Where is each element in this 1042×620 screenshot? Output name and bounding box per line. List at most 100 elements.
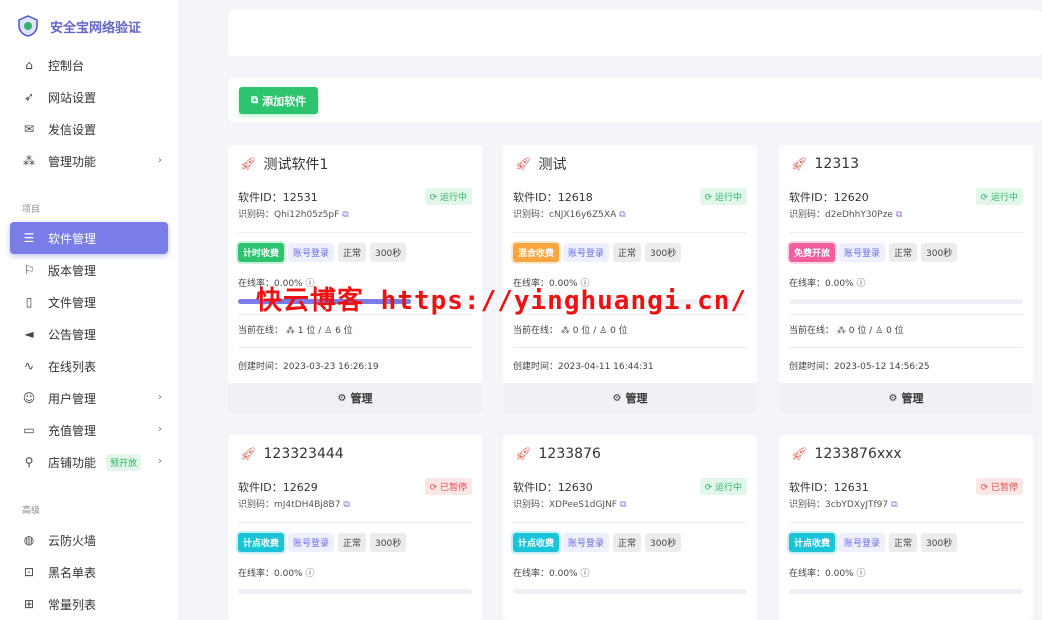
billing-mode-badge: 计点收费 <box>238 533 285 552</box>
help-icon[interactable]: ⓘ <box>305 569 314 579</box>
sidebar-item-management[interactable]: ⁂ 管理功能 › <box>0 145 178 177</box>
code-label: 识别码： <box>789 500 826 510</box>
code-label: 识别码： <box>238 210 275 220</box>
sidebar-item-site-settings[interactable]: ➶ 网站设置 <box>0 81 178 113</box>
heartbeat-badge: 300秒 <box>921 243 958 262</box>
software-name: 1233876xxx <box>814 446 902 462</box>
sidebar-item-users[interactable]: ☺ 用户管理 › <box>0 382 178 414</box>
identification-code-row: 识别码：d2eDhhY30Pze ⧉ <box>789 207 1023 220</box>
online-rate-label: 在线率： <box>789 569 826 579</box>
software-card[interactable]: 🚀︎ 测试软件1 软件ID：12531 ⟳ 运行中 识别码：Qhi12h05z5… <box>228 145 482 413</box>
tag-row: 计点收费 账号登录 正常 300秒 <box>789 533 1023 552</box>
software-card[interactable]: 🚀︎ 测试 软件ID：12618 ⟳ 运行中 识别码：cNJX16y6Z5XA ⧉… <box>503 145 757 413</box>
software-card[interactable]: 🚀︎ 12313 软件ID：12620 ⟳ 运行中 识别码：d2eDhhY30P… <box>779 145 1033 413</box>
status-label: 已暂停 <box>439 483 467 493</box>
created-time: 创建时间：2023-05-12 14:56:25 <box>789 359 1023 372</box>
manage-button[interactable]: ⚙ 管理 <box>779 383 1033 413</box>
sidebar-item-constants[interactable]: ⊞ 常量列表 <box>0 588 178 620</box>
sidebar-item-dashboard[interactable]: ⌂ 控制台 <box>0 49 178 81</box>
online-rate: 在线率：0.00% ⓘ <box>789 276 1023 289</box>
chevron-right-icon: › <box>158 424 162 435</box>
code-label: 识别码： <box>513 210 550 220</box>
software-id-value: 12630 <box>557 480 593 494</box>
sidebar-item-firewall[interactable]: ◍ 云防火墙 <box>0 524 178 556</box>
card-icon: ▭ <box>23 423 35 437</box>
current-online: 当前在线： ⁂ 1 位 / ♙ 6 位 <box>238 326 353 336</box>
pulse-icon: ∿ <box>23 359 35 373</box>
status-badge: ⟳ 运行中 <box>975 188 1023 205</box>
identification-code-row: 识别码：XDPeeS1dGJNF ⧉ <box>513 497 747 510</box>
nav-main: ⌂ 控制台 ➶ 网站设置 ✉ 发信设置 ⁂ 管理功能 › <box>0 49 178 177</box>
code-value: Qhi12h05z5pF <box>274 210 340 220</box>
signal-icon: ⁂ <box>836 326 846 336</box>
copy-icon[interactable]: ⧉ <box>620 500 626 510</box>
rocket-icon: 🚀︎ <box>515 446 532 462</box>
globe-icon: ◍ <box>23 533 35 547</box>
software-id-row: 软件ID：12531 ⟳ 运行中 <box>238 188 472 205</box>
copy-icon[interactable]: ⧉ <box>343 500 349 510</box>
nav-advanced: ◍ 云防火墙 ⊡ 黑名单表 ⊞ 常量列表 <box>0 524 178 620</box>
sidebar-item-label: 控制台 <box>48 58 85 73</box>
pin-icon: ⚲ <box>24 455 34 469</box>
help-icon[interactable]: ⓘ <box>856 569 865 579</box>
brand[interactable]: 安全宝网络验证 <box>0 0 178 52</box>
add-software-button[interactable]: ⧉ 添加软件 <box>239 87 319 114</box>
current-online: 当前在线： ⁂ 0 位 / ♙ 0 位 <box>513 326 628 336</box>
table-icon: ⊞ <box>23 597 35 611</box>
nav-project: ☰ 软件管理 ⚐ 版本管理 ▯ 文件管理 ◄ 公告管理 ∿ 在线列表 ☺ 用户管理 › ▭ 充值… <box>0 222 178 478</box>
sidebar-item-blacklist[interactable]: ⊡ 黑名单表 <box>0 556 178 588</box>
divider <box>789 232 1023 233</box>
copy-icon[interactable]: ⧉ <box>896 210 902 220</box>
card-body: 软件ID：12630 ⟳ 运行中 识别码：XDPeeS1dGJNF ⧉ 计点收费 … <box>503 478 757 594</box>
online-rate-bar <box>789 589 1023 594</box>
software-id: 软件ID：12618 <box>513 189 593 205</box>
software-id-row: 软件ID：12618 ⟳ 运行中 <box>513 188 747 205</box>
sidebar-item-files[interactable]: ▯ 文件管理 <box>0 286 178 318</box>
rocket-icon: ➶ <box>23 90 35 104</box>
sidebar-item-recharge[interactable]: ▭ 充值管理 › <box>0 414 178 446</box>
help-icon[interactable]: ⓘ <box>580 569 589 579</box>
identification-code-row: 识别码：Qhi12h05z5pF ⧉ <box>238 207 472 220</box>
sidebar-item-versions[interactable]: ⚐ 版本管理 <box>0 254 178 286</box>
software-id-row: 软件ID：12620 ⟳ 运行中 <box>789 188 1023 205</box>
card-body: 软件ID：12629 ⟳ 已暂停 识别码：mJ4tDH4Bj8B7 ⧉ 计点收费 … <box>228 478 482 594</box>
card-header: 🚀︎ 测试 <box>503 145 757 183</box>
manage-button[interactable]: ⚙ 管理 <box>228 383 482 413</box>
tag-row: 计点收费 账号登录 正常 300秒 <box>238 533 472 552</box>
software-id-label: 软件ID： <box>513 190 558 204</box>
software-card[interactable]: 🚀︎ 1233876 软件ID：12630 ⟳ 运行中 识别码：XDPeeS1d… <box>503 435 757 620</box>
sidebar-item-shop[interactable]: ⚲ 店铺功能 预开放 › <box>0 446 178 478</box>
sidebar-item-announcements[interactable]: ◄ 公告管理 <box>0 318 178 350</box>
software-id-label: 软件ID： <box>789 480 834 494</box>
code-label: 识别码： <box>789 210 826 220</box>
online-count-a: 1 位 <box>297 326 316 336</box>
card-header: 🚀︎ 1233876xxx <box>779 435 1033 473</box>
manage-button[interactable]: ⚙ 管理 <box>503 383 757 413</box>
sidebar-item-software[interactable]: ☰ 软件管理 <box>10 222 168 254</box>
software-id-label: 软件ID： <box>789 190 834 204</box>
copy-icon[interactable]: ⧉ <box>342 210 348 220</box>
identification-code-row: 识别码：mJ4tDH4Bj8B7 ⧉ <box>238 497 472 510</box>
server-icon: ☰ <box>23 231 35 245</box>
online-rate-bar <box>789 299 1023 304</box>
copy-icon[interactable]: ⧉ <box>619 210 625 220</box>
software-id-label: 软件ID： <box>238 190 283 204</box>
sidebar-item-mail-settings[interactable]: ✉ 发信设置 <box>0 113 178 145</box>
status-label: 运行中 <box>714 483 742 493</box>
login-type-badge: 账号登录 <box>563 533 610 552</box>
online-count-b: 6 位 <box>335 326 353 336</box>
tag-row: 混合收费 账号登录 正常 300秒 <box>513 243 747 262</box>
software-card[interactable]: 🚀︎ 123323444 软件ID：12629 ⟳ 已暂停 识别码：mJ4tDH… <box>228 435 482 620</box>
copy-icon[interactable]: ⧉ <box>891 500 897 510</box>
sidebar-item-online-list[interactable]: ∿ 在线列表 <box>0 350 178 382</box>
card-header: 🚀︎ 123323444 <box>228 435 482 473</box>
user-icon: ♙ <box>599 326 608 336</box>
status-badge: ⟳ 运行中 <box>699 188 747 205</box>
software-id: 软件ID：12629 <box>238 479 318 495</box>
megaphone-icon: ◄ <box>24 327 34 341</box>
login-type-badge: 账号登录 <box>288 243 335 262</box>
created-value: 2023-05-12 14:56:25 <box>834 362 930 372</box>
software-card[interactable]: 🚀︎ 1233876xxx 软件ID：12631 ⟳ 已暂停 识别码：3cbYD… <box>779 435 1033 620</box>
state-badge: 正常 <box>889 243 918 262</box>
help-icon[interactable]: ⓘ <box>856 279 865 289</box>
